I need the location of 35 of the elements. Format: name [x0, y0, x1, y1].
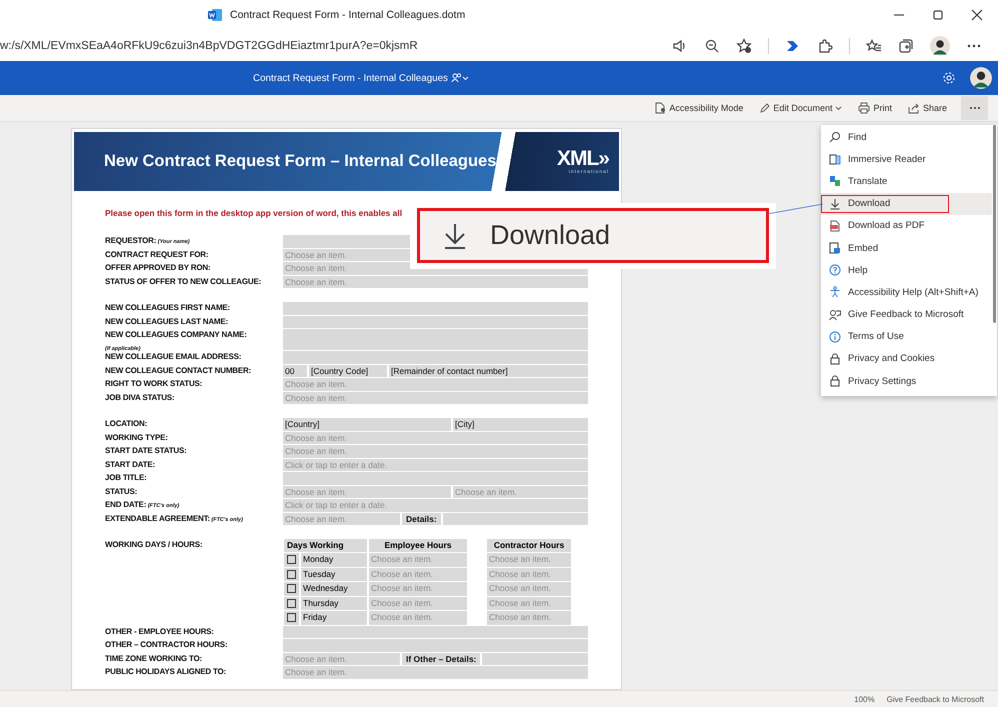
field-label: NEW COLLEAGUE EMAIL ADDRESS:	[105, 352, 242, 363]
callout-text: Download	[490, 220, 610, 251]
banner-title: New Contract Request Form – Internal Colleagues	[104, 152, 496, 171]
table-cell: Monday	[301, 553, 367, 566]
table-cell: Tuesday	[301, 568, 367, 581]
field-label: OTHER – CONTRACTOR HOURS:	[105, 639, 228, 651]
field-label: WORKING TYPE:	[105, 432, 168, 444]
field-label: PUBLIC HOLIDAYS ALIGNED TO:	[105, 666, 226, 678]
column-header: Employee Hours	[369, 539, 467, 552]
field-label: If Other – Details:	[402, 652, 480, 665]
field-label: STATUS:	[105, 486, 138, 498]
field-label: NEW COLLEAGUES FIRST NAME:	[105, 302, 230, 314]
field-label: START DATE:	[105, 458, 155, 470]
field-label: JOB TITLE:	[105, 472, 147, 484]
field-label: WORKING DAYS / HOURS:	[105, 539, 202, 551]
logo-text: XML»	[556, 148, 609, 169]
notice-text: Please open this form in the desktop app version of word, this enables all	[105, 208, 404, 218]
field-label: RIGHT TO WORK STATUS:	[105, 378, 202, 390]
field-label: Details:	[402, 512, 441, 525]
window-title: Contract Request Form - Internal Colleagues.dotm	[230, 9, 466, 21]
field-label: TIME ZONE WORKING TO:	[105, 652, 202, 664]
field-label: OFFER APPROVED BY RON:	[105, 262, 210, 274]
column-header: Days Working	[284, 539, 367, 552]
field-label: STATUS OF OFFER TO NEW COLLEAGUE:	[105, 276, 262, 288]
field-label: NEW COLLEAGUES LAST NAME:	[105, 316, 228, 328]
column-header: Contractor Hours	[487, 539, 571, 552]
table-cell: Wednesday	[301, 582, 367, 596]
table-cell: Thursday	[301, 596, 367, 610]
field-label: JOB DIVA STATUS:	[105, 392, 174, 404]
field-label: NEW COLLEAGUE CONTACT NUMBER:	[105, 364, 252, 376]
table-cell: Friday	[301, 611, 367, 624]
field-label: START DATE STATUS:	[105, 445, 187, 457]
field-label: CONTRACT REQUEST FOR:	[105, 248, 208, 261]
field-label: LOCATION:	[105, 418, 148, 430]
field-label: OTHER - EMPLOYEE HOURS:	[105, 626, 214, 638]
